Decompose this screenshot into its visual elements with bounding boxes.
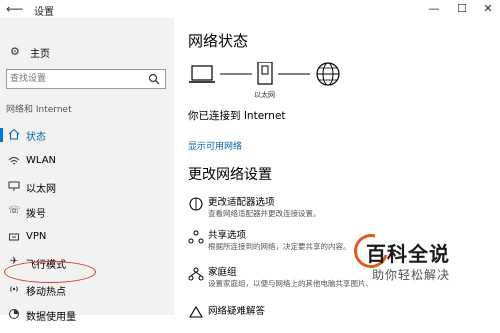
option-desc: 查看网络适配器并更改连接设置。 [208, 209, 321, 218]
sidebar-item-wlan[interactable]: WLAN [0, 151, 174, 173]
highlight-circle [4, 261, 96, 283]
sidebar-item-label: 移动热点 [26, 287, 66, 298]
ethernet-icon [8, 180, 20, 192]
sidebar-item-ethernet[interactable]: 以太网 [0, 176, 174, 198]
active-indicator [0, 128, 3, 142]
dialup-icon: ☏ [8, 205, 21, 216]
wifi-icon [8, 155, 20, 167]
sidebar-item-status[interactable]: 状态 [0, 124, 174, 146]
watermark-title: 百科全说 [366, 242, 450, 266]
ethernet-plug-icon [257, 62, 273, 85]
search-input[interactable] [10, 72, 140, 86]
maximize-button[interactable]: ☐ [450, 1, 474, 17]
search-icon[interactable] [148, 73, 160, 85]
watermark: 百科全说 助你轻松解决 [347, 227, 494, 290]
page-title: 网络状态 [188, 32, 249, 50]
watermark-subtitle: 助你轻松解决 [372, 268, 451, 282]
ethernet-label: 以太网 [254, 91, 275, 99]
window-title: 设置 [34, 7, 54, 18]
sidebar-item-label: 以太网 [26, 184, 56, 195]
globe-icon [8, 128, 20, 140]
homegroup-icon [188, 267, 204, 281]
hotspot-icon [8, 283, 20, 295]
sidebar-item-label: 状态 [26, 132, 46, 143]
home-label: 主页 [30, 49, 50, 60]
vpn-icon [8, 231, 20, 243]
change-settings-heading: 更改网络设置 [188, 167, 272, 183]
option-title: 家庭组 [208, 267, 237, 278]
sidebar-item-hotspot[interactable]: 移动热点 [0, 279, 174, 301]
laptop-icon [189, 65, 215, 83]
sidebar-item-label: 拨号 [26, 209, 46, 220]
option-adapter[interactable]: 更改适配器选项 查看网络适配器并更改连接设置。 [188, 194, 488, 224]
data-usage-icon [8, 308, 20, 320]
globe-icon [316, 62, 340, 86]
sidebar-item-label: 数据使用量 [26, 312, 76, 323]
search-box[interactable] [6, 69, 166, 89]
option-troubleshoot[interactable]: 网络疑难解答 [188, 303, 488, 333]
gear-icon: ⚙ [10, 45, 20, 58]
back-arrow-icon[interactable]: ⟵ [6, 2, 23, 16]
sidebar-item-data-usage[interactable]: 数据使用量 [0, 304, 174, 326]
sharing-icon [188, 230, 204, 244]
show-available-networks-link[interactable]: 显示可用网络 [188, 139, 242, 152]
close-button[interactable]: ✕ [476, 1, 500, 17]
section-label: 网络和 Internet [6, 105, 72, 115]
sidebar-home[interactable]: ⚙ 主页 [6, 44, 166, 60]
option-title: 更改适配器选项 [208, 197, 275, 208]
minimize-button[interactable]: — [422, 1, 446, 17]
sidebar: ⚙ 主页 网络和 Internet 状态 WLAN 以太网 ☏ 拨号 [0, 18, 174, 323]
connection-status-text: 你已连接到 Internet [188, 110, 286, 122]
sidebar-item-label: WLAN [26, 155, 57, 166]
sidebar-item-label: VPN [26, 231, 47, 242]
option-desc: 设置家庭组，以便与网络上的其他电脑共享图片、 [208, 279, 373, 288]
sidebar-item-vpn[interactable]: VPN [0, 227, 174, 249]
option-desc: 根据所连接到的网络，决定要共享的内容。 [208, 242, 351, 251]
sidebar-item-dialup[interactable]: ☏ 拨号 [0, 201, 174, 223]
adapter-icon [189, 197, 203, 211]
troubleshoot-icon [189, 305, 203, 318]
option-title: 共享选项 [208, 230, 247, 241]
title-bar: ⟵ 设置 — ☐ ✕ [0, 0, 500, 18]
network-diagram [189, 62, 340, 86]
